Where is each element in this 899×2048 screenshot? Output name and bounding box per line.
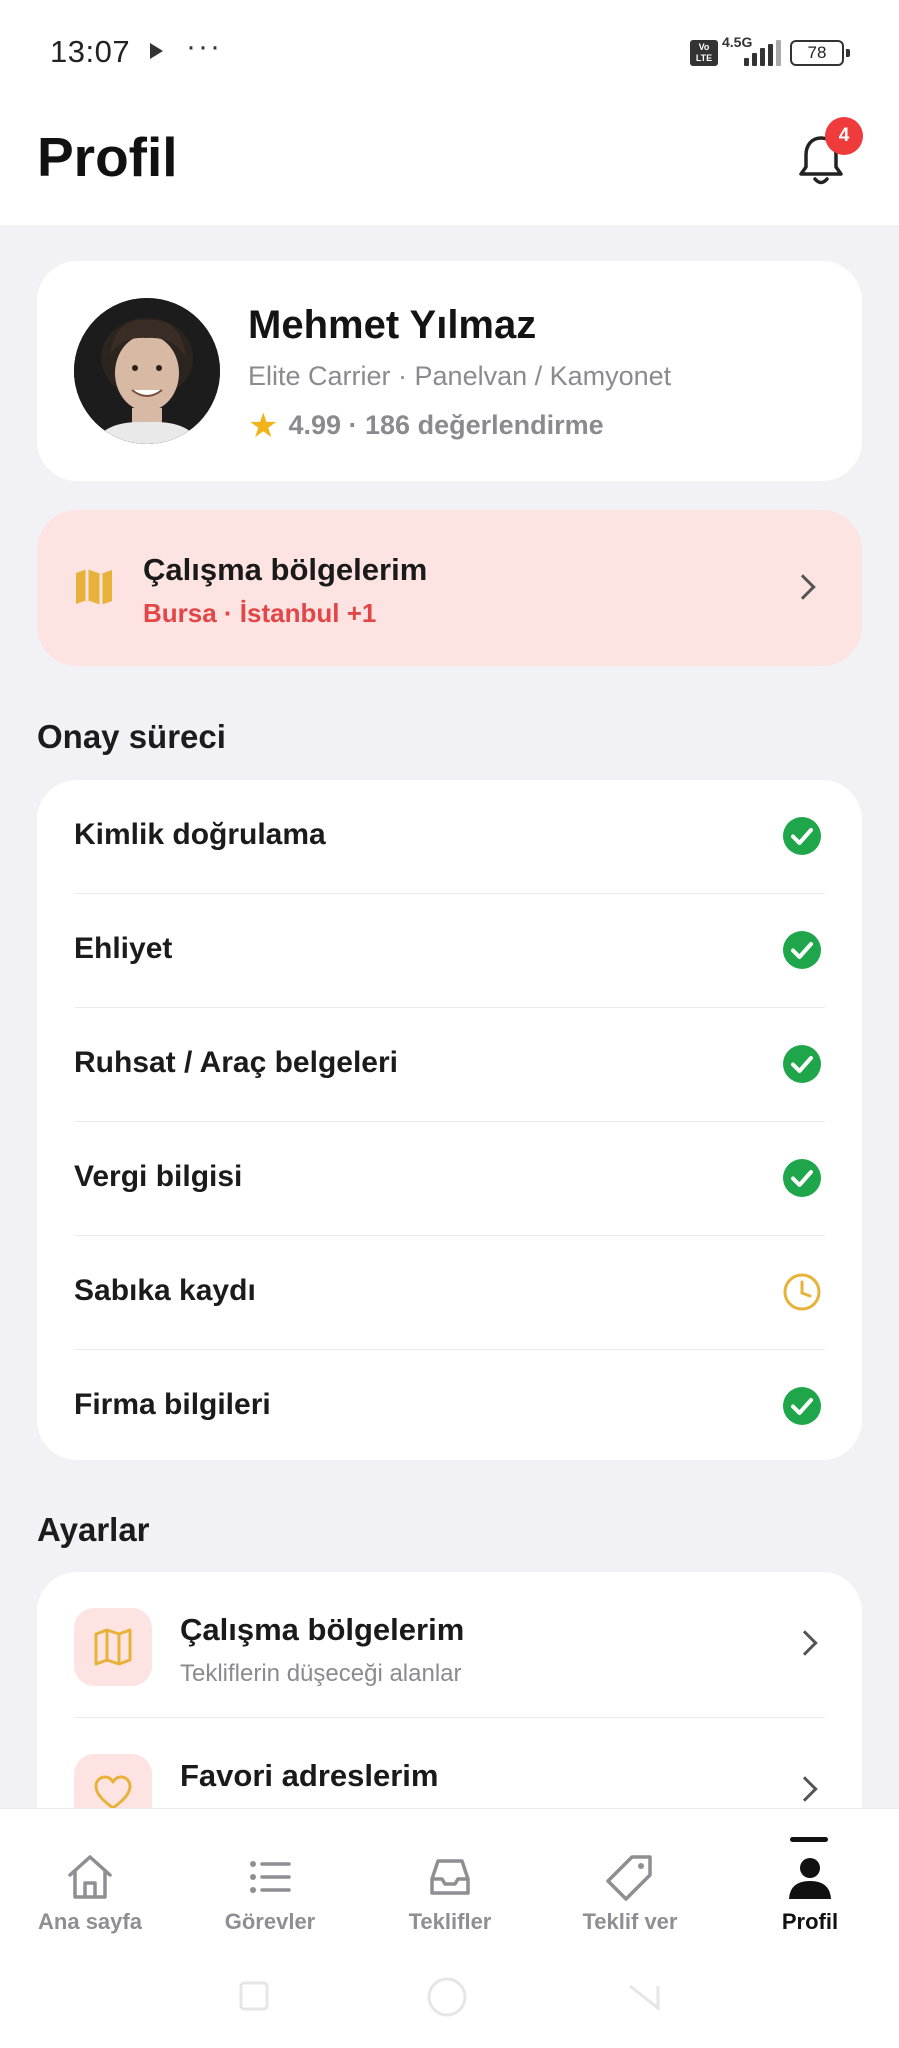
tab-label: Profil: [781, 1909, 839, 1934]
profile-card[interactable]: Mehmet Yılmaz Elite Carrier · Panelvan /…: [37, 261, 862, 481]
tag-icon: [606, 1855, 652, 1901]
approval-item-company[interactable]: Firma bilgileri: [74, 1350, 825, 1464]
home-icon: [68, 1855, 112, 1899]
approval-item-label: Ruhsat / Araç belgeleri: [74, 1046, 398, 1079]
approval-item-tax[interactable]: Vergi bilgisi: [74, 1122, 825, 1236]
check-circle-icon: [783, 1045, 821, 1083]
settings-section-title: Ayarlar: [37, 1511, 150, 1548]
profile-name: Mehmet Yılmaz: [248, 303, 537, 347]
banner-subtitle: Bursa · İstanbul +1: [143, 598, 377, 628]
approval-item-vehicle-docs[interactable]: Ruhsat / Araç belgeleri: [74, 1008, 825, 1122]
chevron-right-icon: [792, 1776, 818, 1802]
approval-list: Kimlik doğrulama Ehliyet Ruhsat / Araç b…: [37, 780, 862, 1460]
approval-item-id[interactable]: Kimlik doğrulama: [74, 780, 825, 894]
more-notifications-icon: ···: [186, 30, 222, 63]
approval-item-label: Vergi bilgisi: [74, 1160, 243, 1193]
approval-item-criminal-record[interactable]: Sabıka kaydı: [74, 1236, 825, 1350]
profile-rating: ★ 4.99 · 186 değerlendirme: [248, 406, 604, 445]
check-circle-icon: [783, 1159, 821, 1197]
media-play-icon: [150, 43, 163, 59]
approval-item-label: Kimlik doğrulama: [74, 818, 326, 851]
status-bar: 13:07 ··· Vo LTE 4.5G 78: [0, 0, 899, 105]
settings-item-subtitle: Tekliflerin düşeceği alanlar: [180, 1660, 462, 1687]
settings-item-title: Favori adreslerim: [180, 1758, 439, 1793]
battery-icon: 78: [790, 40, 850, 66]
tab-offers[interactable]: Teklifler: [360, 1809, 540, 1949]
page-title: Profil: [37, 126, 178, 188]
status-time: 13:07: [50, 34, 131, 69]
tab-make-offer[interactable]: Teklif ver: [540, 1809, 720, 1949]
check-circle-icon: [783, 1387, 821, 1425]
work-regions-banner[interactable]: Çalışma bölgelerim Bursa · İstanbul +1: [37, 510, 862, 666]
active-tab-indicator: [790, 1837, 828, 1842]
signal-icon: [744, 40, 781, 66]
settings-item-title: Çalışma bölgelerim: [180, 1612, 465, 1647]
volte-icon: Vo LTE: [690, 40, 718, 66]
tab-home[interactable]: Ana sayfa: [0, 1809, 180, 1949]
inbox-icon: [430, 1859, 470, 1895]
map-icon-container: [74, 1608, 152, 1686]
back-button-icon[interactable]: [626, 1980, 662, 2012]
map-icon: [94, 1628, 132, 1666]
approval-section-title: Onay süreci: [37, 718, 226, 755]
heart-icon: [94, 1775, 132, 1810]
settings-item-work-regions[interactable]: Çalışma bölgelerim Tekliflerin düşeceği …: [74, 1572, 825, 1718]
tab-label: Teklif ver: [582, 1909, 678, 1934]
tab-label: Teklifler: [408, 1909, 492, 1934]
banner-title: Çalışma bölgelerim: [143, 552, 428, 587]
tab-tasks[interactable]: Görevler: [180, 1809, 360, 1949]
approval-item-label: Sabıka kaydı: [74, 1274, 256, 1307]
avatar: [74, 298, 220, 444]
star-icon: ★: [248, 406, 279, 445]
home-button-icon[interactable]: [426, 1976, 468, 2018]
tab-label: Görevler: [224, 1909, 316, 1934]
rating-text: 4.99 · 186 değerlendirme: [288, 410, 604, 440]
recent-apps-icon[interactable]: [238, 1980, 270, 2012]
tab-profile[interactable]: Profil: [720, 1809, 899, 1949]
map-icon: [76, 569, 112, 605]
tab-label: Ana sayfa: [38, 1909, 142, 1934]
profile-subtitle: Elite Carrier · Panelvan / Kamyonet: [248, 361, 672, 391]
check-circle-icon: [783, 931, 821, 969]
approval-item-label: Ehliyet: [74, 932, 173, 965]
notification-badge: 4: [825, 117, 863, 155]
person-icon: [789, 1858, 831, 1899]
chevron-right-icon: [790, 574, 816, 600]
check-circle-icon: [783, 817, 821, 855]
app-header: Profil: [0, 105, 899, 225]
list-icon: [250, 1861, 291, 1893]
clock-pending-icon: [783, 1273, 821, 1311]
chevron-right-icon: [792, 1630, 818, 1656]
approval-item-label: Firma bilgileri: [74, 1388, 271, 1421]
approval-item-license[interactable]: Ehliyet: [74, 894, 825, 1008]
